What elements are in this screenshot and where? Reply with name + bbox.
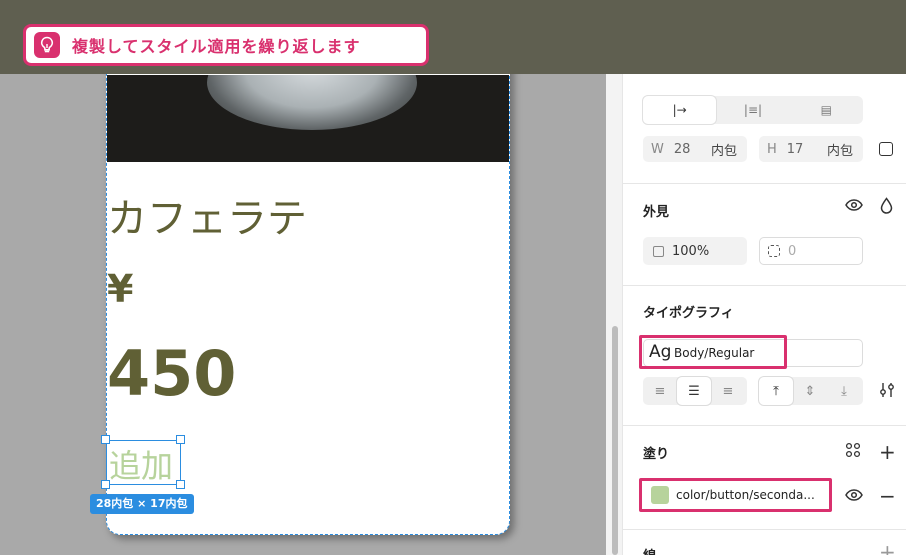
product-name: カフェラテ bbox=[107, 196, 307, 242]
saucer-image bbox=[207, 75, 417, 130]
product-price: 450 bbox=[107, 337, 237, 410]
layout-direction-control: |→ |≡| ▤ bbox=[643, 96, 863, 124]
design-canvas[interactable]: カフェラテ ¥ 450 追加 28内包 × 17内包 bbox=[0, 74, 622, 555]
typography-settings-icon[interactable] bbox=[879, 381, 895, 403]
droplet-icon[interactable] bbox=[880, 197, 893, 218]
remove-fill-icon[interactable]: − bbox=[879, 484, 896, 508]
add-stroke-icon[interactable]: + bbox=[879, 540, 896, 555]
add-fill-icon[interactable]: + bbox=[879, 440, 896, 464]
properties-panel: |→ |≡| ▤ W 28 内包 H 17 内包 外見 100% 0 タイポグラ… bbox=[622, 74, 906, 555]
corner-radius-field[interactable]: 0 bbox=[759, 237, 863, 265]
tip-banner: 複製してスタイル適用を繰り返します bbox=[23, 24, 429, 66]
layout-horizontal-button[interactable]: |→ bbox=[643, 96, 717, 124]
align-right-button[interactable]: ≡ bbox=[711, 377, 745, 405]
height-mode[interactable]: 内包 bbox=[827, 140, 853, 159]
height-field[interactable]: H 17 内包 bbox=[759, 136, 863, 162]
add-label: 追加 bbox=[109, 447, 174, 485]
currency-symbol: ¥ bbox=[107, 267, 134, 311]
align-left-button[interactable]: ≡ bbox=[643, 377, 677, 405]
align-middle-button[interactable]: ⇕ bbox=[793, 377, 827, 405]
opacity-value: 100% bbox=[672, 243, 710, 259]
canvas-scrollbar-thumb[interactable] bbox=[612, 326, 618, 555]
align-bottom-button[interactable]: ⤓ bbox=[827, 377, 861, 405]
align-top-button[interactable]: ⤒ bbox=[759, 377, 793, 405]
width-mode[interactable]: 内包 bbox=[711, 140, 737, 159]
selected-add-text[interactable]: 追加 bbox=[106, 440, 181, 485]
text-style-highlight: Ag Body/Regular bbox=[639, 335, 787, 369]
divider bbox=[623, 425, 906, 426]
resize-handle-bottom-left[interactable] bbox=[101, 480, 110, 489]
resize-icon[interactable] bbox=[879, 142, 893, 156]
divider bbox=[623, 285, 906, 286]
width-value: 28 bbox=[673, 141, 691, 157]
stroke-title: 線 bbox=[643, 545, 656, 555]
fill-title: 塗り bbox=[643, 447, 670, 462]
divider bbox=[623, 529, 906, 530]
resize-handle-top-right[interactable] bbox=[176, 435, 185, 444]
eye-icon[interactable] bbox=[845, 198, 863, 216]
height-value: 17 bbox=[786, 141, 804, 157]
opacity-field[interactable]: 100% bbox=[643, 237, 747, 265]
fill-visibility-eye-icon[interactable] bbox=[845, 488, 863, 506]
vertical-align-group: ⤒ ⇕ ⤓ bbox=[759, 377, 863, 405]
lightbulb-icon bbox=[34, 32, 60, 58]
layout-wrap-button[interactable]: ▤ bbox=[790, 96, 863, 124]
width-field[interactable]: W 28 内包 bbox=[643, 136, 747, 162]
corner-radius-value: 0 bbox=[788, 243, 797, 259]
width-label: W bbox=[651, 141, 664, 157]
text-style-sample: Ag bbox=[649, 342, 672, 362]
fill-swatch[interactable] bbox=[651, 486, 669, 504]
resize-handle-top-left[interactable] bbox=[101, 435, 110, 444]
size-badge: 28内包 × 17内包 bbox=[90, 494, 194, 514]
typography-title: タイポグラフィ bbox=[643, 306, 734, 321]
fill-style-field[interactable]: color/button/seconda... bbox=[639, 478, 832, 512]
resize-handle-bottom-right[interactable] bbox=[176, 480, 185, 489]
tip-text: 複製してスタイル適用を繰り返します bbox=[72, 37, 361, 56]
horizontal-align-group: ≡ ☰ ≡ bbox=[643, 377, 747, 405]
align-center-button[interactable]: ☰ bbox=[677, 377, 711, 405]
opacity-icon bbox=[653, 245, 664, 257]
style-grid-icon[interactable] bbox=[845, 442, 861, 462]
product-photo bbox=[107, 75, 509, 162]
divider bbox=[623, 183, 906, 184]
fill-style-name: color/button/seconda... bbox=[676, 488, 815, 502]
corner-radius-icon bbox=[768, 245, 780, 257]
height-label: H bbox=[767, 141, 777, 157]
layout-vertical-button[interactable]: |≡| bbox=[716, 96, 789, 124]
text-style-name[interactable]: Body/Regular bbox=[674, 346, 754, 360]
appearance-title: 外見 bbox=[643, 205, 670, 220]
